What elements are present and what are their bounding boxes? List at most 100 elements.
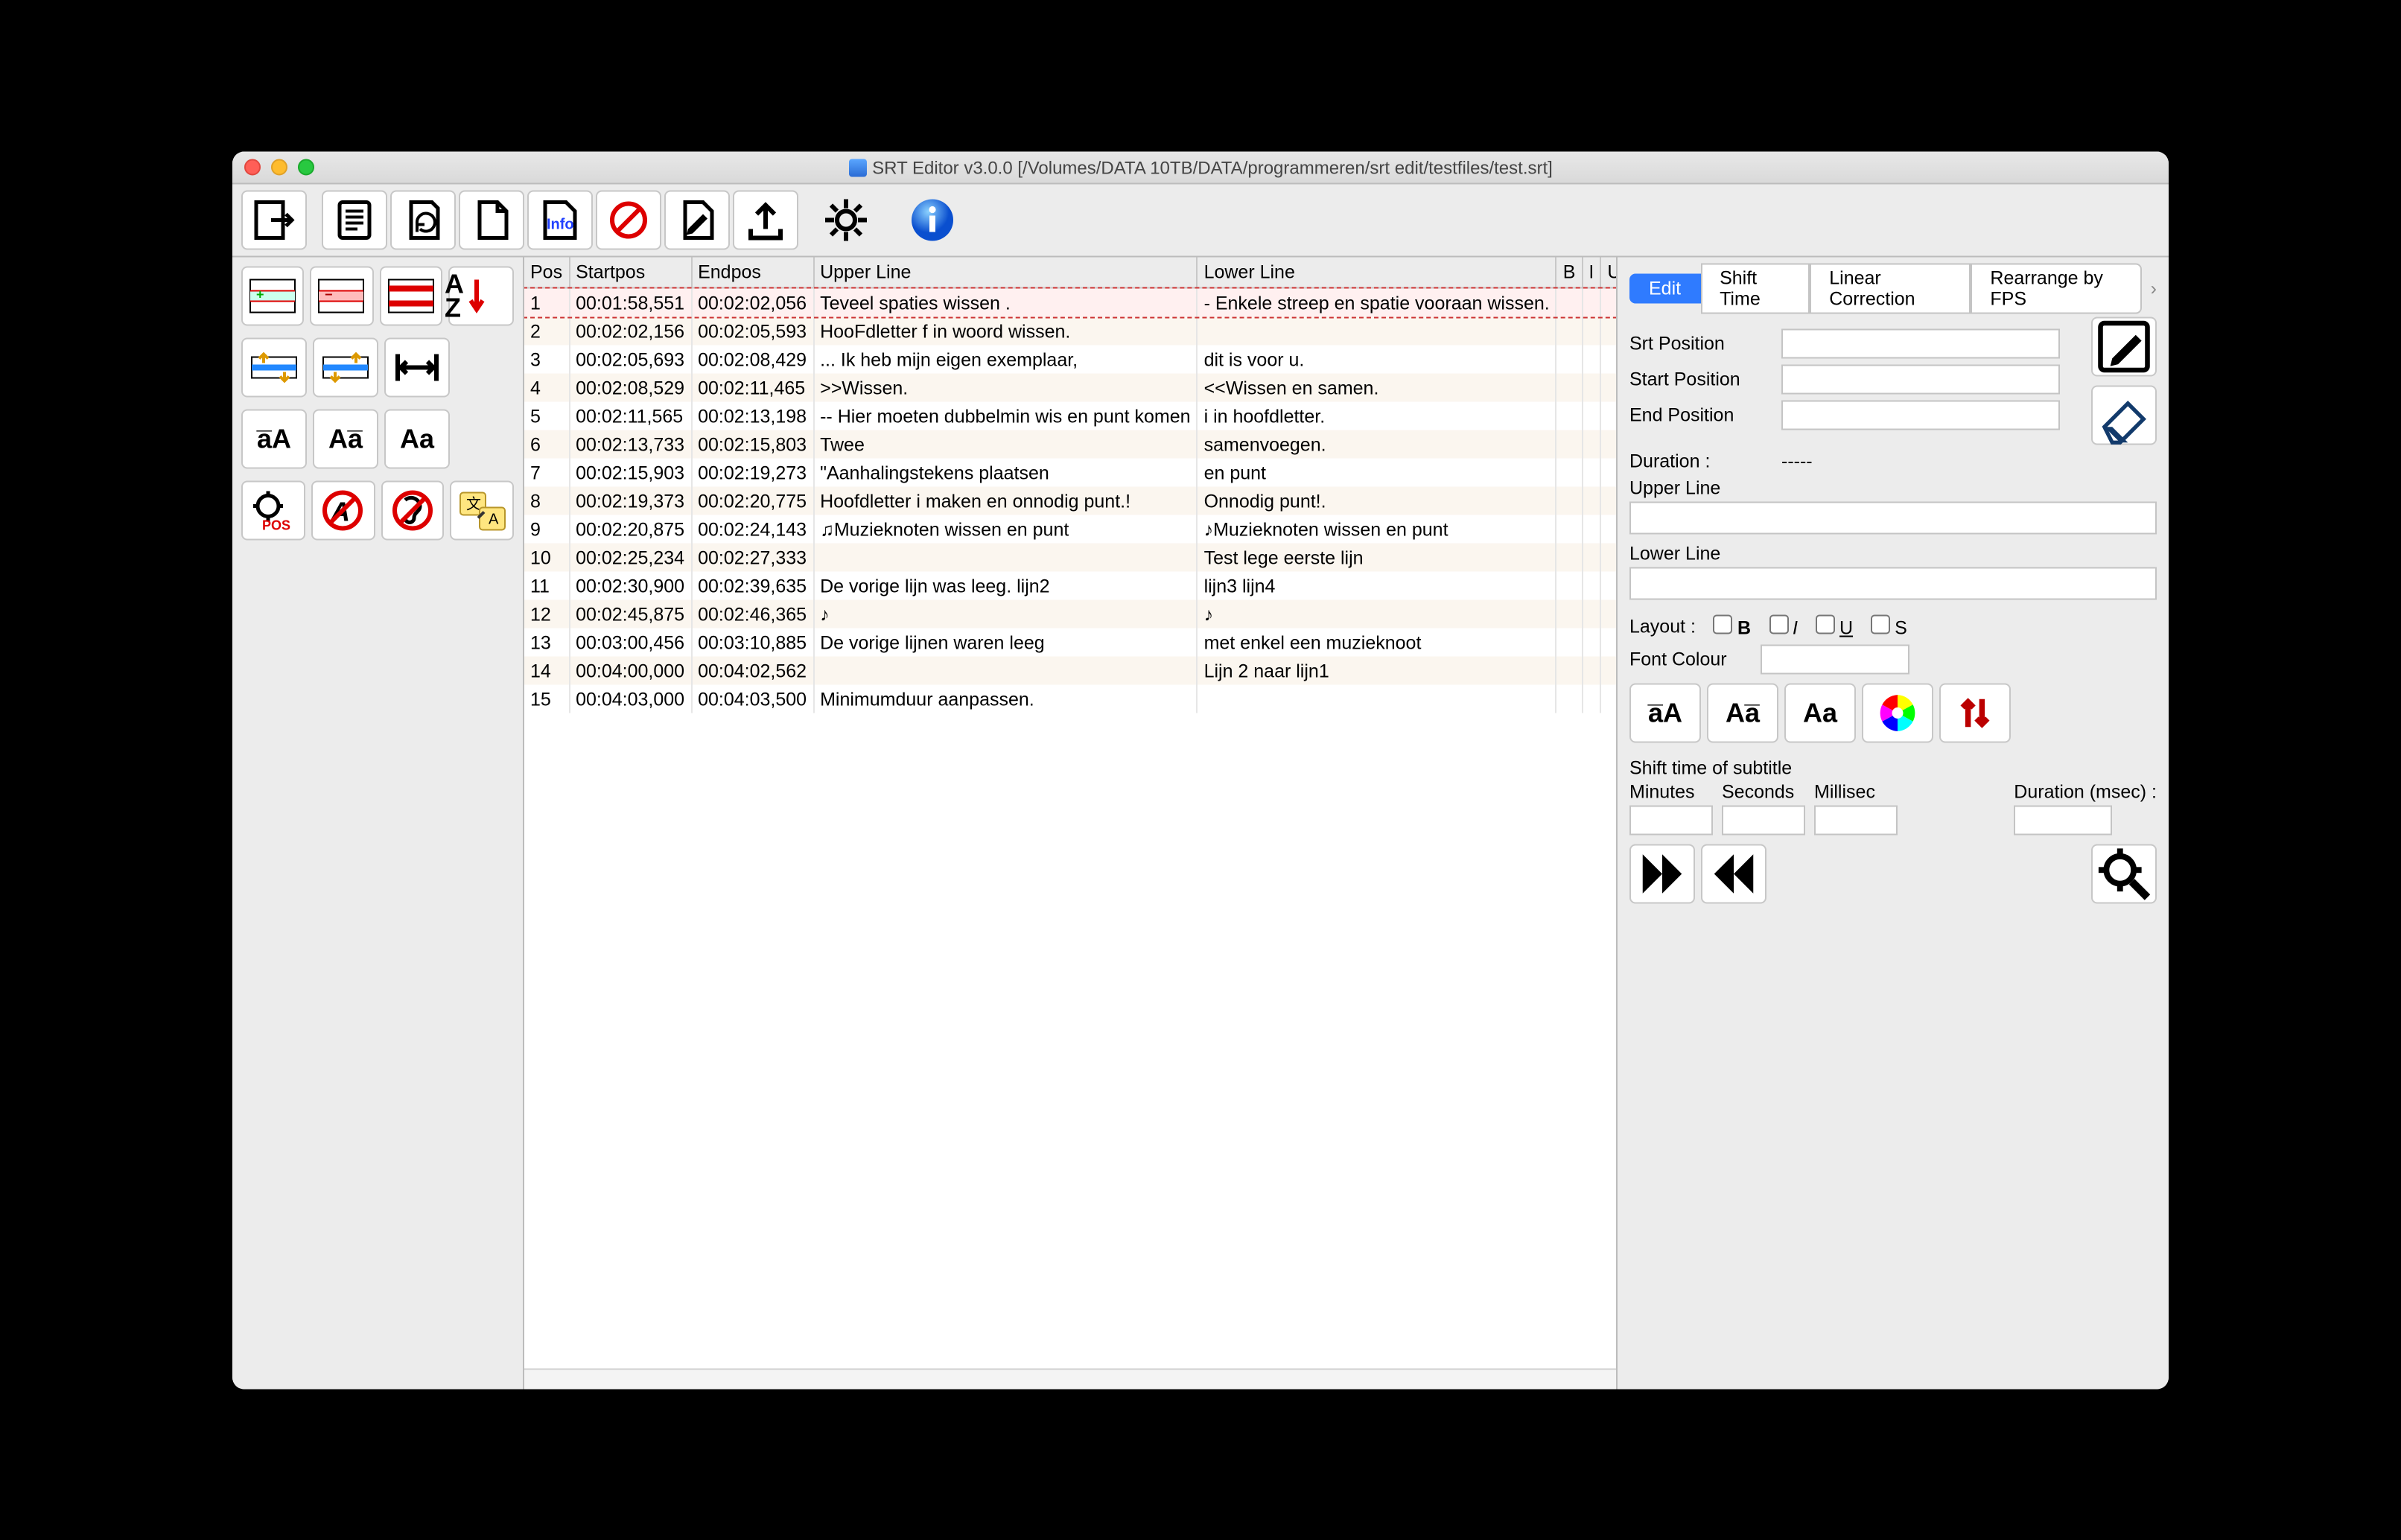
table-row[interactable]: 800:02:19,37300:02:20,775Hoofdletter i m…	[524, 486, 1618, 515]
panel-lowercase-button[interactable]: Aa̅	[1707, 683, 1778, 742]
export-button[interactable]	[733, 190, 798, 249]
col-b[interactable]: B	[1556, 257, 1583, 287]
col-pos[interactable]: Pos	[524, 257, 569, 287]
upper-line-input[interactable]	[1629, 501, 2157, 534]
document-icon	[848, 158, 866, 176]
duration-msec-input[interactable]	[2014, 805, 2112, 835]
col-end[interactable]: Endpos	[691, 257, 813, 287]
srt-position-input[interactable]	[1781, 328, 2060, 358]
close-window-button[interactable]	[244, 159, 261, 175]
seconds-input[interactable]	[1722, 805, 1805, 835]
table-row[interactable]: 400:02:08,52900:02:11,465>>Wissen.<<Wiss…	[524, 373, 1618, 401]
row-up-down-button[interactable]	[241, 337, 307, 397]
row-down-up-button[interactable]	[313, 337, 378, 397]
about-button[interactable]	[900, 190, 965, 249]
minimize-window-button[interactable]	[271, 159, 287, 175]
italic-checkbox[interactable]	[1769, 614, 1788, 634]
col-start[interactable]: Startpos	[569, 257, 691, 287]
table-row[interactable]: 900:02:20,87500:02:24,143♫Muzieknoten wi…	[524, 515, 1618, 543]
settings-button[interactable]	[813, 190, 879, 249]
strike-checkbox[interactable]	[1871, 614, 1890, 634]
clear-edit-button[interactable]	[2091, 385, 2157, 445]
col-upper[interactable]: Upper Line	[813, 257, 1197, 287]
mark-rows-button[interactable]	[379, 266, 442, 325]
cell-pos: 9	[524, 515, 569, 543]
capitalize-button[interactable]: a̅A	[241, 409, 307, 468]
cell-start: 00:04:00,000	[569, 656, 691, 684]
cell-start: 00:02:05,693	[569, 345, 691, 373]
subtitle-table[interactable]: Pos Startpos Endpos Upper Line Lower Lin…	[524, 257, 1618, 1389]
panel-togglecase-button[interactable]: Aa	[1784, 683, 1856, 742]
cell-pos: 8	[524, 486, 569, 515]
delete-row-button[interactable]: −	[311, 266, 374, 325]
table-row[interactable]: 200:02:02,15600:02:05,593HooFdletter f i…	[524, 316, 1618, 345]
translate-button[interactable]: 文A	[451, 480, 515, 540]
cell-lower: i in hoofdletter.	[1198, 401, 1556, 430]
togglecase-button[interactable]: Aa	[384, 409, 450, 468]
cell-pos: 5	[524, 401, 569, 430]
table-row[interactable]: 300:02:05,69300:02:08,429... Ik heb mijn…	[524, 345, 1618, 373]
cell-end: 00:02:39,635	[691, 571, 813, 599]
table-row[interactable]: 600:02:13,73300:02:15,803Tweesamenvoegen…	[524, 430, 1618, 458]
cell-upper: -- Hier moeten dubbelmin wis en punt kom…	[813, 401, 1197, 430]
table-row[interactable]: 700:02:15,90300:02:19,273"Aanhalingsteke…	[524, 458, 1618, 486]
zoom-window-button[interactable]	[298, 159, 314, 175]
table-row[interactable]: 1300:03:00,45600:03:10,885De vorige lijn…	[524, 628, 1618, 656]
lower-line-input[interactable]	[1629, 567, 2157, 599]
upper-line-label: Upper Line	[1629, 477, 2157, 498]
color-wheel-button[interactable]	[1862, 683, 1933, 742]
col-i[interactable]: I	[1582, 257, 1600, 287]
svg-text:A: A	[488, 511, 498, 527]
forbidden-button[interactable]	[596, 190, 661, 249]
tab-edit[interactable]: Edit	[1629, 273, 1700, 303]
millisec-input[interactable]	[1814, 805, 1898, 835]
table-row[interactable]: 500:02:11,56500:02:13,198-- Hier moeten …	[524, 401, 1618, 430]
file-info-button[interactable]: Info	[527, 190, 593, 249]
end-position-input[interactable]	[1781, 400, 2060, 430]
font-colour-input[interactable]	[1761, 644, 1909, 674]
tabs-overflow-icon[interactable]: ›	[2151, 278, 2157, 299]
remove-alpha-button[interactable]: A	[311, 480, 375, 540]
tab-fps[interactable]: Rearrange by FPS	[1971, 263, 2141, 314]
table-row[interactable]: 1200:02:45,87500:02:46,365♪♪	[524, 599, 1618, 628]
new-file-button[interactable]	[459, 190, 524, 249]
tab-shift[interactable]: Shift Time	[1700, 263, 1810, 314]
horizontal-stretch-button[interactable]	[384, 337, 450, 397]
svg-text:文: 文	[465, 495, 480, 512]
edit-file-button[interactable]	[664, 190, 730, 249]
shift-forward-button[interactable]	[1629, 844, 1695, 903]
minutes-input[interactable]	[1629, 805, 1713, 835]
start-position-label: Start Position	[1629, 369, 1769, 389]
tab-linear[interactable]: Linear Correction	[1810, 263, 1971, 314]
apply-shift-button[interactable]	[2091, 844, 2157, 903]
insert-row-button[interactable]: +	[241, 266, 305, 325]
swap-lines-button[interactable]	[1939, 683, 2011, 742]
panel-capitalize-button[interactable]: a̅A	[1629, 683, 1701, 742]
table-row[interactable]: 100:01:58,55100:02:02,056Teveel spaties …	[524, 287, 1618, 316]
col-lower[interactable]: Lower Line	[1198, 257, 1556, 287]
horizontal-scrollbar[interactable]	[524, 1368, 1616, 1389]
fix-pos-button[interactable]: POS	[241, 480, 305, 540]
lower-line-label: Lower Line	[1629, 543, 2157, 564]
bold-checkbox[interactable]	[1714, 614, 1733, 634]
sort-az-button[interactable]: AZ	[448, 266, 514, 325]
table-row[interactable]: 1400:04:00,00000:04:02,562Lijn 2 naar li…	[524, 656, 1618, 684]
table-row[interactable]: 1500:04:03,00000:04:03,500Minimumduur aa…	[524, 684, 1618, 713]
col-u[interactable]: U	[1600, 257, 1618, 287]
reload-file-button[interactable]	[390, 190, 456, 249]
document-button[interactable]	[322, 190, 387, 249]
underline-checkbox[interactable]	[1816, 614, 1835, 634]
apply-edit-button[interactable]	[2091, 316, 2157, 376]
cell-lower: en punt	[1198, 458, 1556, 486]
lowercase-button[interactable]: Aa̅	[313, 409, 378, 468]
table-row[interactable]: 1100:02:30,90000:02:39,635De vorige lijn…	[524, 571, 1618, 599]
cell-upper: "Aanhalingstekens plaatsen	[813, 458, 1197, 486]
start-position-input[interactable]	[1781, 364, 2060, 394]
cell-start: 00:03:00,456	[569, 628, 691, 656]
table-row[interactable]: 1000:02:25,23400:02:27,333Test lege eers…	[524, 543, 1618, 571]
open-file-button[interactable]	[241, 190, 307, 249]
shift-backward-button[interactable]	[1701, 844, 1766, 903]
app-window: SRT Editor v3.0.0 [/Volumes/DATA 10TB/DA…	[232, 151, 2169, 1389]
remove-hearing-button[interactable]	[381, 480, 445, 540]
window-title: SRT Editor v3.0.0 [/Volumes/DATA 10TB/DA…	[872, 156, 1553, 177]
